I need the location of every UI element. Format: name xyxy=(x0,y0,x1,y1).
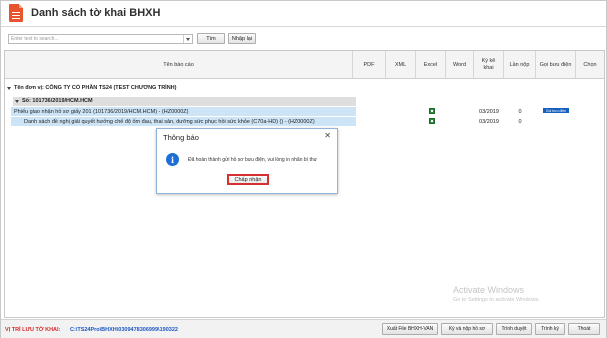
period-value: 03/2019 xyxy=(479,108,499,115)
reset-button[interactable]: Nhập lại xyxy=(228,33,256,44)
submit-sign-button[interactable]: Trình ký xyxy=(535,323,565,335)
column-header-submissions[interactable]: Lần nộp xyxy=(504,51,536,79)
group-row-unit[interactable]: Tên đơn vị: CÔNG TY CỔ PHẦN TS24 (TEST C… xyxy=(5,84,604,93)
column-header-excel[interactable]: Excel xyxy=(416,51,446,79)
report-name: Danh sách đề nghị giải quyết hưởng chế đ… xyxy=(24,118,315,125)
close-icon[interactable]: ✕ xyxy=(324,131,331,140)
activate-windows-watermark: Activate Windows xyxy=(453,285,525,295)
accept-button[interactable]: Chấp nhận xyxy=(227,174,269,185)
search-input[interactable] xyxy=(9,35,183,43)
group-label-document: Số: 101736/2019/HCM.HCM xyxy=(22,98,93,104)
excel-file-icon[interactable] xyxy=(429,108,435,114)
search-combobox[interactable] xyxy=(8,34,193,44)
search-button[interactable]: Tìm xyxy=(197,33,225,44)
column-header-word[interactable]: Word xyxy=(446,51,474,79)
title-bar: Danh sách tờ khai BHXH xyxy=(1,1,606,27)
sign-submit-button[interactable]: Ký và nộp hồ sơ xyxy=(441,323,493,335)
submission-count: 0 xyxy=(518,108,522,115)
column-header-period[interactable]: Kỳ kê khai xyxy=(474,51,504,79)
column-header-pdf[interactable]: PDF xyxy=(353,51,386,79)
footer-bar: VỊ TRÍ LƯU TỜ KHAI: C:\TS24Pro\BHXH\0309… xyxy=(1,319,606,338)
dialog-message: Đã hoàn thành gửi hồ sơ bưu điện, vui lò… xyxy=(188,157,317,163)
column-header-post-office[interactable]: Gọi bưu điện xyxy=(536,51,576,79)
table-row[interactable]: Phiếu giao nhận hồ sơ giấy 201 (101736/2… xyxy=(11,107,605,116)
save-location-path[interactable]: C:\TS24Pro\BHXH\0309478306999\190322 xyxy=(70,327,178,333)
export-bhxh-van-button[interactable]: Xuất File BHXH-VAN xyxy=(382,323,438,335)
column-header-xml[interactable]: XML xyxy=(386,51,416,79)
group-row-document[interactable]: Số: 101736/2019/HCM.HCM xyxy=(13,97,604,106)
group-label-unit: Tên đơn vị: CÔNG TY CỔ PHẦN TS24 (TEST C… xyxy=(14,85,177,91)
column-header-select[interactable]: Chọn xyxy=(576,51,604,79)
window-title: Danh sách tờ khai BHXH xyxy=(31,7,161,19)
activate-windows-hint: Go to Settings to activate Windows. xyxy=(453,297,540,303)
table-row[interactable]: Danh sách đề nghị giải quyết hưởng chế đ… xyxy=(11,117,605,126)
chevron-down-icon[interactable] xyxy=(183,35,192,43)
save-location-label: VỊ TRÍ LƯU TỜ KHAI: xyxy=(5,327,61,333)
collapse-icon[interactable] xyxy=(7,87,11,90)
report-name: Phiếu giao nhận hồ sơ giấy 201 (101736/2… xyxy=(14,108,189,115)
dialog-title: Thông báo xyxy=(163,133,199,142)
submit-approval-button[interactable]: Trình duyệt xyxy=(496,323,532,335)
grid-header: Tên báo cáo PDF XML Excel Word Kỳ kê kha… xyxy=(5,51,604,79)
info-icon: i xyxy=(166,153,179,166)
document-app-icon xyxy=(9,4,23,22)
column-header-report-name[interactable]: Tên báo cáo xyxy=(5,51,353,79)
exit-button[interactable]: Thoát xyxy=(568,323,600,335)
collapse-icon[interactable] xyxy=(15,100,19,103)
excel-file-icon[interactable] xyxy=(429,118,435,124)
notification-dialog: Thông báo ✕ i Đã hoàn thành gửi hồ sơ bư… xyxy=(156,128,338,194)
main-window: Danh sách tờ khai BHXH Tìm Nhập lại Tên … xyxy=(0,0,607,338)
submission-count: 0 xyxy=(518,118,522,125)
post-office-badge[interactable]: Gọi bưu điện xyxy=(543,108,569,113)
period-value: 03/2019 xyxy=(479,118,499,125)
